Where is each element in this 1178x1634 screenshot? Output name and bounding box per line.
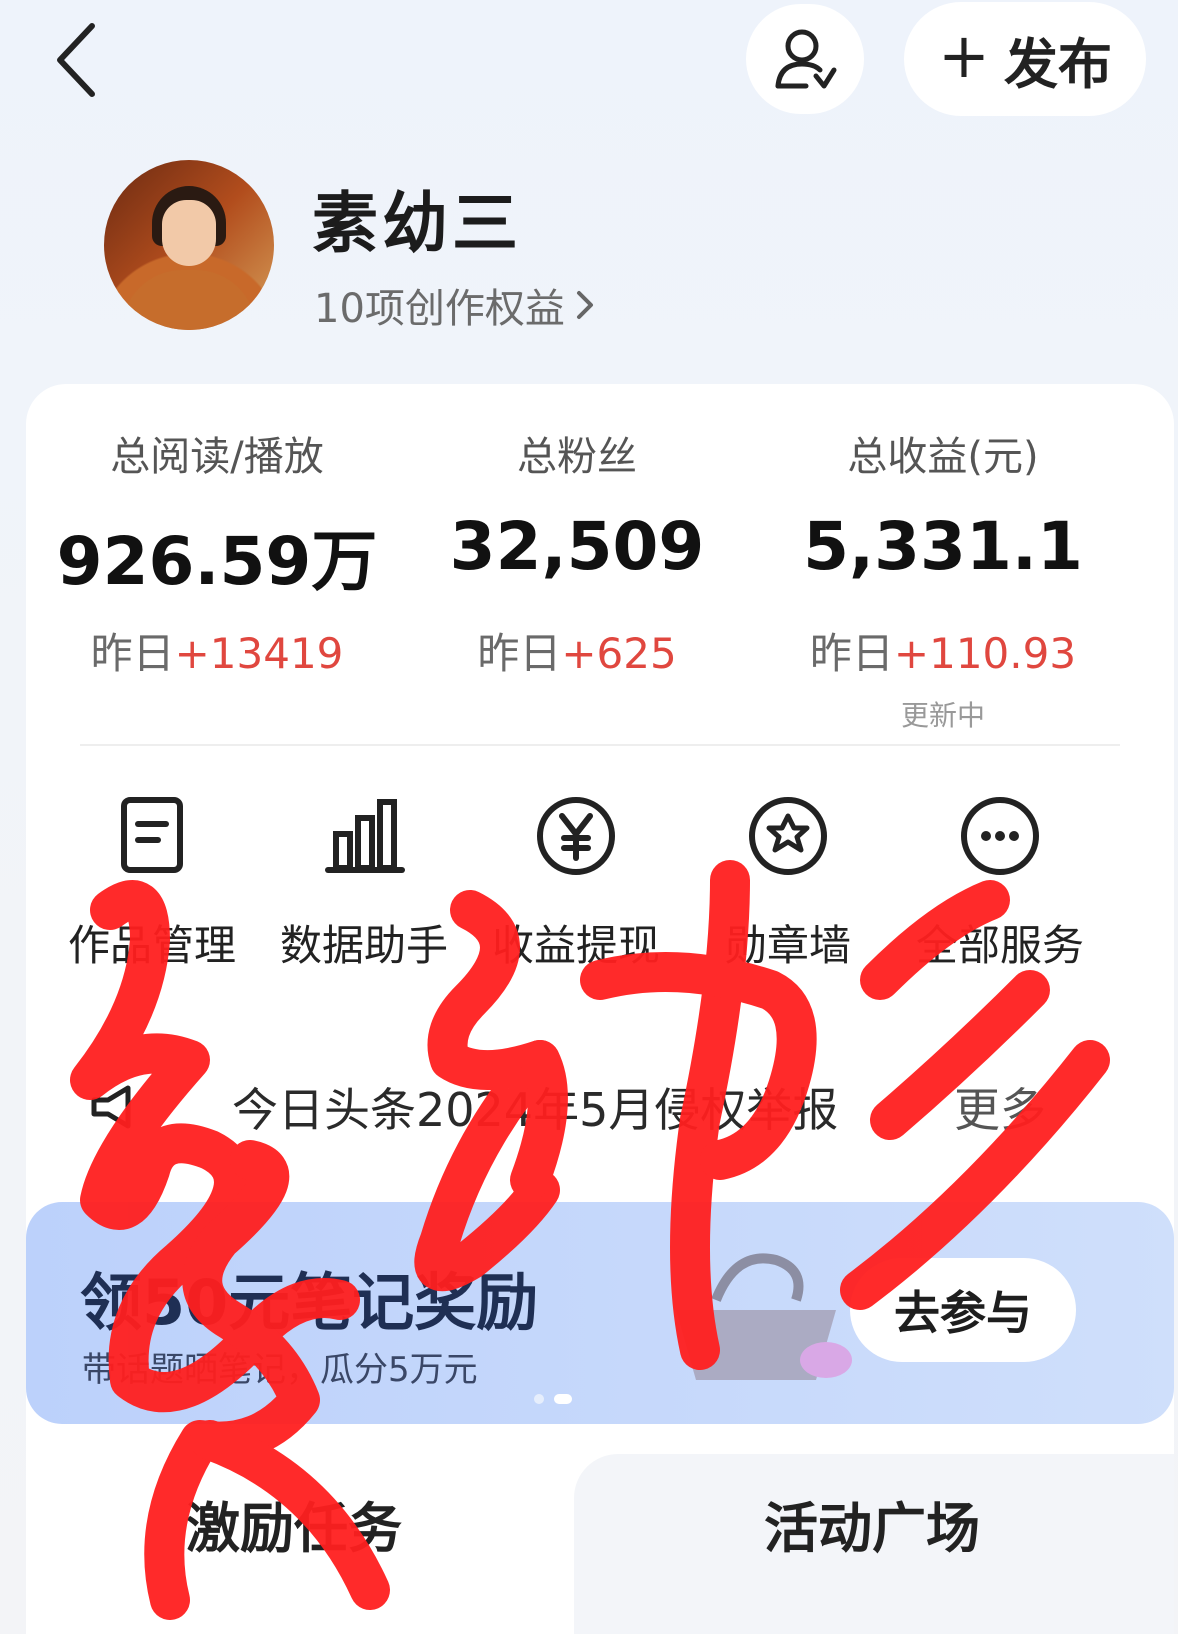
megaphone-icon xyxy=(91,1085,131,1129)
user-verify-button[interactable] xyxy=(746,4,864,114)
chevron-right-icon xyxy=(576,291,593,319)
medal-star-icon xyxy=(749,797,827,875)
stat-label: 总粉丝 xyxy=(517,434,637,480)
basket-illustration xyxy=(676,1253,852,1380)
announcement-more-link[interactable]: 更多 xyxy=(954,1074,1046,1140)
service-works-management[interactable]: 作品管理 xyxy=(42,794,262,973)
banner-pagination xyxy=(534,1394,572,1404)
pagination-dot-active xyxy=(554,1394,572,1404)
service-withdraw[interactable]: 收益提现 xyxy=(466,794,686,973)
banner-title: 领50元笔记奖励 xyxy=(80,1266,539,1339)
service-label: 勋章墙 xyxy=(724,921,851,970)
user-verified-icon xyxy=(775,29,837,89)
document-icon xyxy=(121,797,183,873)
announcement-text: 今日头条2024年5月侵权举报 xyxy=(232,1083,839,1137)
stat-label: 总阅读/播放 xyxy=(110,434,324,480)
announcement-bar[interactable]: 今日头条2024年5月侵权举报 更多 xyxy=(26,1074,1174,1144)
service-label: 全部服务 xyxy=(915,921,1084,970)
service-data-assistant[interactable]: 数据助手 xyxy=(254,794,474,973)
divider xyxy=(80,744,1120,746)
yen-icon xyxy=(537,797,615,875)
pagination-dot xyxy=(534,1394,544,1404)
chevron-left-icon xyxy=(57,23,95,97)
service-medal-wall[interactable]: 勋章墙 xyxy=(678,794,898,973)
rights-link-label: 10项创作权益 xyxy=(314,286,565,332)
top-bar: + 发布 xyxy=(0,0,1178,130)
publish-button[interactable]: + 发布 xyxy=(904,2,1146,116)
more-icon xyxy=(961,797,1039,875)
bar-chart-icon xyxy=(325,799,405,873)
stat-label: 总收益(元) xyxy=(847,434,1039,480)
stat-value: 926.59万 xyxy=(56,523,378,600)
tab-incentive-tasks[interactable]: 激励任务 xyxy=(186,1484,402,1563)
stat-delta: 昨日+13419 xyxy=(90,629,344,678)
promo-banner[interactable]: 领50元笔记奖励 带话题晒笔记，瓜分5万元 去参与 xyxy=(26,1202,1174,1424)
plus-icon: + xyxy=(938,19,990,92)
stat-updating-note: 更新中 xyxy=(900,699,985,732)
publish-label: 发布 xyxy=(1003,32,1112,96)
tab-label: 活动广场 xyxy=(764,1497,980,1560)
profile-section: 素幼三 10项创作权益 xyxy=(0,150,1178,350)
tab-activity-square[interactable]: 活动广场 xyxy=(574,1454,1174,1634)
service-label: 收益提现 xyxy=(491,921,660,970)
user-name: 素幼三 xyxy=(312,185,522,262)
back-button[interactable] xyxy=(52,20,112,100)
service-all-services[interactable]: 全部服务 xyxy=(890,794,1110,973)
stat-delta: 昨日+110.93 xyxy=(809,629,1077,678)
bottom-tabs: 活动广场 激励任务 xyxy=(26,1454,1174,1634)
service-label: 作品管理 xyxy=(67,921,236,970)
join-button[interactable]: 去参与 xyxy=(850,1258,1076,1362)
stat-delta: 昨日+625 xyxy=(477,629,677,678)
service-label: 数据助手 xyxy=(279,921,448,970)
stat-value: 5,331.1 xyxy=(803,508,1083,585)
stat-value: 32,509 xyxy=(449,508,705,585)
creator-dashboard-card: 总阅读/播放 926.59万 昨日+13419 总粉丝 32,509 昨日+62… xyxy=(26,384,1174,1634)
banner-subtitle: 带话题晒笔记，瓜分5万元 xyxy=(82,1350,478,1390)
avatar[interactable] xyxy=(104,160,274,330)
service-grid: 作品管理 数据助手 收益提现 勋章墙 全部服务 xyxy=(26,794,1174,994)
rights-link[interactable]: 10项创作权益 xyxy=(314,276,597,334)
